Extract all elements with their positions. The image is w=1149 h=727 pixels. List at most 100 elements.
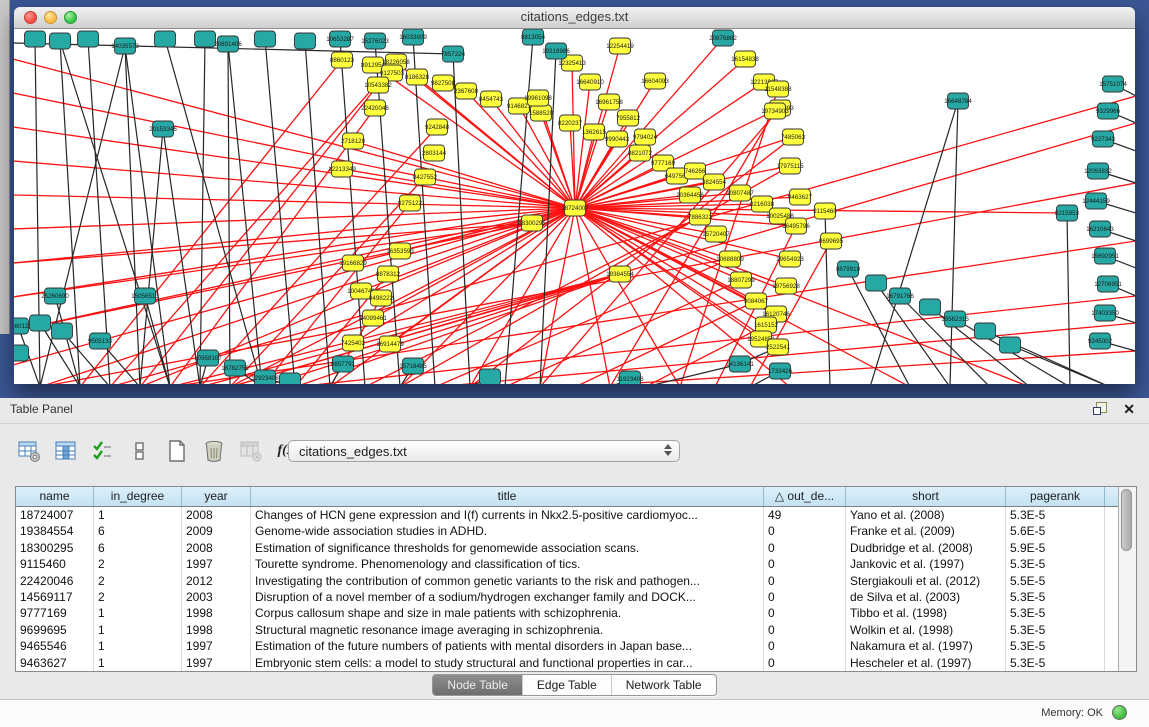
graph-node[interactable]: 9227343 [1091, 131, 1116, 147]
column-header-in_degree[interactable]: in_degree [94, 487, 182, 506]
graph-node[interactable]: 9498222 [369, 290, 394, 306]
table-row[interactable]: 1456911722003Disruption of a novel membe… [16, 589, 1118, 605]
table-row[interactable]: 1872400712008Changes of HCN gene express… [16, 507, 1118, 523]
graph-node[interactable]: 15692951 [1091, 248, 1119, 264]
graph-node[interactable]: 15276023 [361, 33, 389, 49]
graph-node[interactable] [52, 323, 73, 339]
graph-node[interactable]: 16640910 [576, 74, 604, 90]
memory-status-indicator[interactable] [1112, 705, 1127, 720]
column-header-out_degree[interactable]: △ out_de... [764, 487, 846, 506]
graph-node[interactable]: 19166829 [339, 255, 367, 271]
graph-node[interactable]: 17975115 [776, 158, 804, 174]
graph-node[interactable]: 7857224 [441, 46, 466, 62]
graph-node[interactable]: 9329966 [1096, 103, 1121, 119]
graph-node[interactable]: 1362615 [582, 124, 607, 140]
table-row[interactable]: 911546021997Tourette syndrome. Phenomeno… [16, 556, 1118, 572]
graph-node[interactable]: 16495796 [782, 218, 810, 234]
tab-network-table[interactable]: Network Table [611, 675, 716, 695]
graph-node[interactable]: 8813054 [521, 29, 546, 45]
graph-node[interactable]: 16033809 [399, 29, 427, 45]
graph-node[interactable]: 16961758 [595, 94, 623, 110]
graph-node[interactable]: 12213349 [328, 161, 356, 177]
graph-node[interactable] [255, 31, 276, 47]
graph-node[interactable]: 12254419 [606, 38, 634, 54]
graph-node[interactable] [920, 299, 941, 315]
zoom-window-button[interactable] [64, 11, 77, 24]
graph-node[interactable]: 17403350 [1091, 305, 1119, 321]
table-scrollbar-thumb[interactable] [1121, 489, 1132, 551]
graph-node[interactable]: 2367608 [454, 83, 479, 99]
graph-node[interactable]: 9463627 [788, 189, 813, 205]
graph-node[interactable]: 10807487 [726, 185, 754, 201]
graph-node[interactable]: 16154838 [731, 51, 759, 67]
graph-node[interactable]: 20153346 [149, 121, 177, 137]
graph-node[interactable]: 15056513 [131, 288, 159, 304]
graph-node[interactable]: 8454743 [479, 91, 504, 107]
graph-node[interactable]: 16353593 [386, 243, 414, 259]
graph-node[interactable]: 9990443 [605, 131, 630, 147]
graph-node[interactable] [30, 315, 51, 331]
graph-node[interactable]: 8220237 [558, 115, 583, 131]
graph-node[interactable]: 18807299 [727, 272, 755, 288]
graph-node[interactable]: 9857791 [331, 356, 356, 372]
graph-node[interactable] [78, 31, 99, 47]
table-row[interactable]: 946554611997Estimation of the future num… [16, 638, 1118, 654]
table-row[interactable]: 946362711997Embryonic stem cells: a mode… [16, 655, 1118, 671]
graph-node[interactable]: 18300295 [518, 215, 546, 231]
graph-node[interactable]: 11548388 [764, 81, 792, 97]
close-window-button[interactable] [24, 11, 37, 24]
graph-node[interactable]: 19756928 [772, 278, 800, 294]
graph-node[interactable]: 19218986 [542, 43, 570, 59]
graph-node[interactable] [50, 33, 71, 49]
network-canvas[interactable]: 1872400712325413166409101696175879558121… [14, 29, 1135, 384]
graph-node[interactable] [155, 31, 176, 47]
graph-node[interactable]: 19654923 [776, 251, 804, 267]
graph-node[interactable]: 8860123 [330, 52, 355, 68]
graph-node[interactable]: 12093832 [1084, 163, 1112, 179]
graph-node[interactable]: 10688809 [716, 251, 744, 267]
table-row[interactable]: 1830029562008Estimation of significance … [16, 540, 1118, 556]
graph-node[interactable]: 19562315 [941, 311, 969, 327]
graph-node[interactable]: 9699695 [819, 233, 844, 249]
column-header-title[interactable]: title [251, 487, 764, 506]
table-row[interactable]: 2242004622012Investigating the contribut… [16, 573, 1118, 589]
graph-node[interactable]: 7425402 [341, 335, 366, 351]
graph-node[interactable]: 15751074 [1099, 76, 1127, 92]
graph-node[interactable]: 7485063 [781, 129, 806, 145]
new-table-icon[interactable] [164, 438, 190, 464]
row-height-icon[interactable] [127, 438, 153, 464]
graph-node[interactable]: 15718485 [399, 358, 427, 374]
graph-node[interactable]: 15720407 [702, 226, 730, 242]
table-row[interactable]: 1938455462009Genome-wide association stu… [16, 523, 1118, 539]
graph-node[interactable]: 20891406 [214, 36, 242, 52]
column-header-year[interactable]: year [182, 487, 251, 506]
graph-node[interactable]: 7886322 [688, 209, 713, 225]
graph-node[interactable]: 2522541 [766, 339, 791, 355]
graph-node[interactable]: 19734903 [761, 103, 789, 119]
graph-node[interactable]: 8186328 [405, 69, 430, 85]
graph-node[interactable]: 7955812 [616, 110, 641, 126]
graph-node[interactable] [975, 323, 996, 339]
graph-node[interactable]: 9827508 [431, 75, 456, 91]
graph-node[interactable] [280, 373, 301, 384]
table-row[interactable]: 977716911998Corpus callosum shape and si… [16, 605, 1118, 621]
graph-node[interactable]: 12706951 [1094, 276, 1122, 292]
graph-node[interactable]: 9242848 [425, 119, 450, 135]
minimize-window-button[interactable] [44, 11, 57, 24]
graph-node[interactable]: 10958107 [194, 350, 222, 366]
graph-node[interactable]: 16791766 [886, 288, 914, 304]
graph-node[interactable]: 9275122 [398, 195, 423, 211]
graph-node[interactable]: 18724007 [561, 200, 589, 216]
graph-node[interactable]: 14099461 [359, 310, 387, 326]
graph-node[interactable]: 12444159 [1082, 193, 1110, 209]
table-options-icon[interactable] [16, 438, 42, 464]
graph-node[interactable]: 19384554 [606, 266, 634, 282]
graph-node[interactable]: 14035573 [111, 38, 139, 54]
float-panel-icon[interactable] [1093, 402, 1107, 416]
graph-node[interactable]: 11923408 [616, 371, 644, 384]
graph-node[interactable]: 10653287 [326, 31, 354, 47]
column-header-pagerank[interactable]: pagerank [1006, 487, 1105, 506]
graph-node[interactable]: 16914479 [376, 336, 404, 352]
graph-node[interactable]: 20364456 [676, 187, 704, 203]
delete-table-icon[interactable] [201, 438, 227, 464]
